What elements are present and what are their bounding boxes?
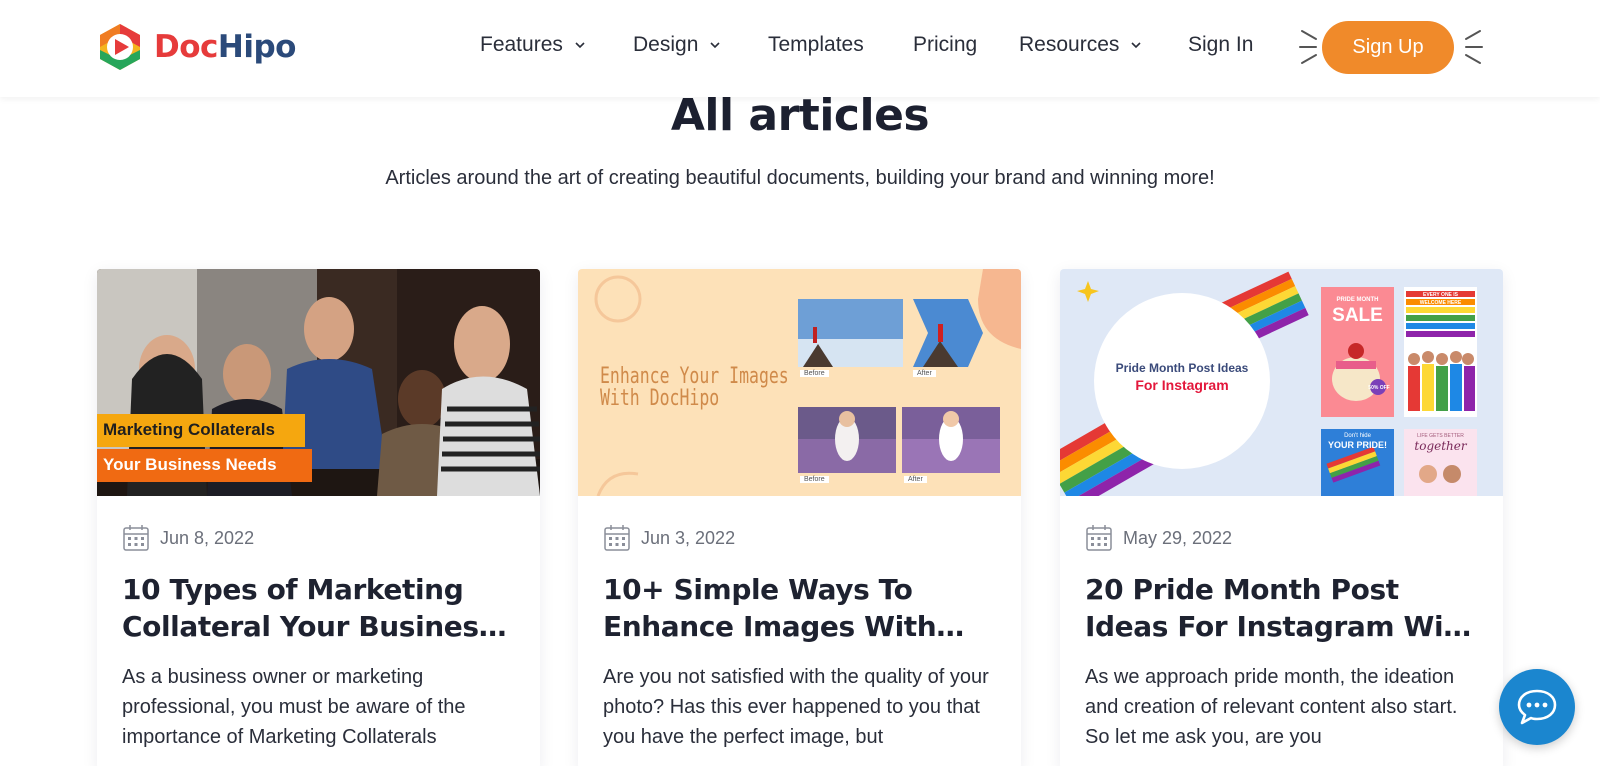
after-label: After (904, 476, 927, 483)
chevron-down-icon (1131, 42, 1141, 49)
chevron-down-icon (575, 42, 585, 49)
brand-name: DocHipo (154, 29, 296, 65)
nav-templates[interactable]: Templates (768, 33, 864, 57)
thumb-caption-line2: Your Business Needs (103, 455, 277, 474)
poster-sale-top: PRIDE MONTH (1336, 297, 1379, 303)
poster-dont-hide: Don't hide (1344, 433, 1371, 439)
nav-features[interactable]: Features (480, 33, 585, 57)
thumb-caption-line2: With DocHipo (600, 386, 720, 411)
nav-resources-label: Resources (1019, 33, 1120, 56)
nav-design-label: Design (633, 33, 699, 56)
dochipo-logo[interactable]: DocHipo (96, 22, 296, 72)
article-card-3[interactable]: Pride Month Post Ideas For Instagram PRI… (1060, 269, 1503, 766)
article-card-2[interactable]: Enhance Your Images With DocHipo Before … (578, 269, 1021, 766)
page-subtitle: Articles around the art of creating beau… (385, 167, 1215, 189)
chat-bubble-icon (1517, 689, 1557, 725)
article-title[interactable]: 10+ Simple Ways To Enhance Images With D… (603, 571, 998, 645)
nav-sign-in[interactable]: Sign In (1188, 33, 1253, 57)
before-label: Before (800, 370, 829, 377)
chat-widget-button[interactable] (1499, 669, 1575, 745)
calendar-icon (604, 525, 630, 551)
poster-welcome: EVERY ONE IS WELCOME HERE (1419, 292, 1462, 306)
thumb-caption-line1: Enhance Your Images (600, 364, 789, 389)
chevron-down-icon (710, 42, 720, 49)
nav-templates-label: Templates (768, 33, 864, 56)
article-date-text: Jun 3, 2022 (641, 527, 736, 548)
thumb-caption-line2: For Instagram (1135, 377, 1229, 393)
sign-up-wrapper: Sign Up (1322, 21, 1454, 74)
nav-resources[interactable]: Resources (1019, 33, 1141, 57)
article-date: Jun 8, 2022 (122, 524, 254, 552)
calendar-icon (123, 525, 149, 551)
brand-name-doc: Doc (154, 29, 218, 65)
before-label: Before (800, 476, 829, 483)
dochipo-logo-icon (100, 24, 140, 70)
article-title[interactable]: 20 Pride Month Post Ideas For Instagram … (1085, 571, 1480, 645)
poster-discount: 50% OFF (1368, 385, 1390, 391)
brand-name-hipo: Hipo (217, 29, 297, 65)
sparkle-right-icon (1465, 30, 1483, 64)
after-label: After (913, 370, 936, 377)
thumb-caption-line1: Marketing Collaterals (103, 420, 275, 439)
article-card-1[interactable]: Marketing Collaterals Your Business Need… (97, 269, 540, 766)
article-excerpt: Are you not satisfied with the quality o… (603, 666, 989, 748)
article-date-text: Jun 8, 2022 (160, 527, 255, 548)
article-title[interactable]: 10 Types of Marketing Collateral Your Bu… (122, 571, 517, 645)
nav-features-label: Features (480, 33, 563, 56)
nav-design[interactable]: Design (633, 33, 720, 57)
nav-sign-in-label: Sign In (1188, 33, 1254, 56)
poster-sale: SALE (1332, 305, 1383, 326)
site-header: DocHipo Features Design Templates Pricin… (0, 0, 1600, 97)
thumb-caption-line1: Pride Month Post Ideas (1115, 361, 1249, 375)
nav-pricing-label: Pricing (913, 33, 978, 56)
sign-up-button[interactable]: Sign Up (1322, 21, 1454, 74)
nav-pricing[interactable]: Pricing (913, 33, 977, 57)
poster-your-pride: YOUR PRIDE! (1327, 440, 1387, 450)
article-date: May 29, 2022 (1085, 524, 1232, 552)
page-title: All articles (670, 90, 930, 141)
article-thumbnail-3[interactable]: Pride Month Post Ideas For Instagram PRI… (1060, 269, 1503, 496)
article-date-text: May 29, 2022 (1123, 527, 1233, 548)
article-thumbnail-1[interactable]: Marketing Collaterals Your Business Need… (97, 269, 540, 496)
article-excerpt: As a business owner or marketing profess… (122, 666, 466, 748)
article-date: Jun 3, 2022 (603, 524, 735, 552)
article-thumbnail-2[interactable]: Enhance Your Images With DocHipo Before … (578, 269, 1021, 496)
calendar-icon (1086, 525, 1112, 551)
article-excerpt: As we approach pride month, the ideation… (1085, 666, 1458, 748)
poster-together: together (1414, 439, 1467, 453)
